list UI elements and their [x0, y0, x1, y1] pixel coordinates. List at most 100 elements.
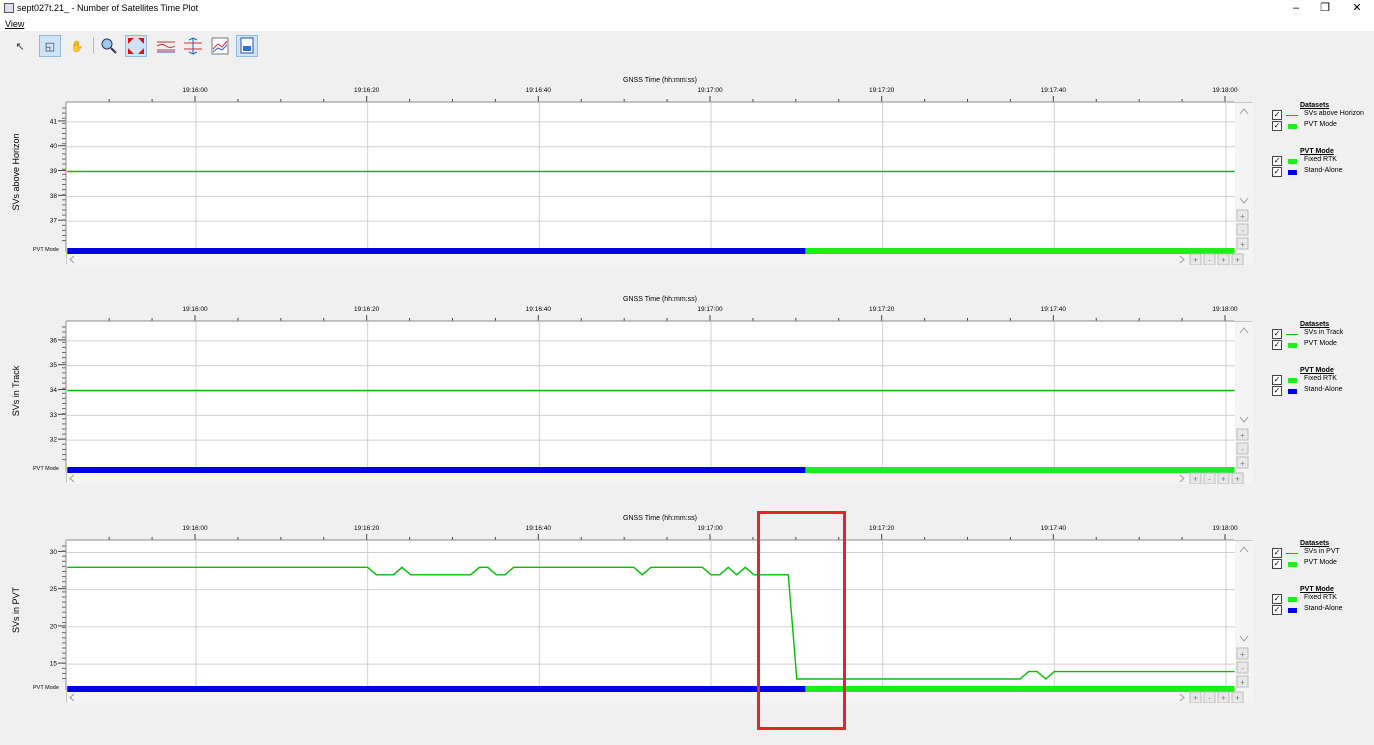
- y-tick-label: 37: [50, 218, 58, 225]
- pan-hand-icon[interactable]: ✋: [66, 35, 88, 57]
- zoom-button-glyph: +: [1240, 431, 1245, 440]
- magnify-icon[interactable]: [98, 35, 120, 57]
- mode-swatch: [1288, 159, 1297, 164]
- mode-checkbox[interactable]: ✓: [1272, 167, 1282, 177]
- dataset-checkbox[interactable]: ✓: [1272, 548, 1282, 558]
- zoom-button-glyph: +: [1235, 256, 1240, 265]
- time-tick-label: 19:17:20: [869, 87, 895, 94]
- panel-svs-in-pvt: GNSS Time (hh:mm:ss) 19:16:00 19:16:20 19:1…: [0, 515, 1374, 725]
- zoom-button-glyph: +: [1240, 212, 1245, 221]
- time-tick-label: 19:16:40: [526, 306, 552, 313]
- zoom-button-glyph: +: [1193, 694, 1198, 703]
- window-title: sept027t.21_ - Number of Satellites Time…: [17, 3, 199, 13]
- pvt-mode-segment: [67, 467, 806, 473]
- time-axis: 19:16:00 19:16:20 19:16:40 19:17:00 19:17:20…: [66, 525, 1238, 540]
- export-icon[interactable]: [236, 35, 258, 57]
- time-tick-label: 19:16:00: [182, 87, 208, 94]
- dataset-checkbox[interactable]: ✓: [1272, 329, 1282, 339]
- zoom-button-glyph: +: [1193, 475, 1198, 484]
- y-tick-label: 35: [50, 362, 58, 369]
- pvt-mode-segment: [805, 248, 1235, 254]
- line-swatch: [1286, 334, 1298, 335]
- plot-svg: +-++ - + +: [67, 103, 1253, 265]
- time-tick-label: 19:18:00: [1212, 87, 1238, 94]
- restore-button[interactable]: ❐: [1310, 1, 1340, 15]
- legend-dataset-label: PVT Mode: [1304, 340, 1337, 347]
- legend-mode-row: ✓ Fixed RTK: [1272, 594, 1372, 604]
- legend-mode-row: ✓ Stand-Alone: [1272, 605, 1372, 615]
- dataset-checkbox[interactable]: ✓: [1272, 121, 1282, 131]
- time-tick-label: 19:17:20: [869, 525, 895, 532]
- panel-svs-in-track: GNSS Time (hh:mm:ss) 19:16:00 19:16:20 19:1…: [0, 296, 1374, 506]
- y-tick-label: 15: [50, 661, 58, 668]
- zoom-extent-icon[interactable]: [125, 35, 147, 57]
- menu-view[interactable]: View: [5, 19, 24, 29]
- y-tick-label: 36: [50, 337, 58, 344]
- dataset-checkbox[interactable]: ✓: [1272, 559, 1282, 569]
- bar-swatch: [1288, 124, 1297, 129]
- stacked-chart-icon[interactable]: [209, 35, 231, 57]
- pvt-mode-segment: [67, 248, 806, 254]
- zoom-button-glyph: +: [1193, 256, 1198, 265]
- y-axis-title-text: SVs in Track: [11, 365, 21, 417]
- horizontal-scrollbar[interactable]: [67, 692, 1235, 703]
- time-tick-label: 19:17:20: [869, 306, 895, 313]
- legend: Datasets ✓ SVs in Track ✓ PVT Mode PVT Mode ✓ F…: [1272, 321, 1372, 401]
- zoom-box-icon[interactable]: ◱: [39, 35, 61, 57]
- time-axis: 19:16:00 19:16:20 19:16:40 19:17:00 19:17:20…: [66, 87, 1238, 102]
- multi-series-icon[interactable]: [155, 35, 177, 57]
- y-tick-label: 32: [50, 437, 58, 444]
- zoom-button-glyph: +: [1235, 694, 1240, 703]
- legend-dataset-row: ✓ SVs in Track: [1272, 329, 1372, 339]
- horizontal-scrollbar[interactable]: [67, 473, 1235, 484]
- zoom-button-glyph: -: [1208, 256, 1211, 265]
- plot-area[interactable]: + - + + - + +: [66, 321, 1253, 484]
- pvt-mode-axis-label: PVT Mode: [33, 685, 59, 691]
- legend-pvt-title: PVT Mode: [1300, 148, 1334, 155]
- legend-dataset-row: ✓ PVT Mode: [1272, 340, 1372, 350]
- zoom-button-glyph: -: [1208, 475, 1211, 484]
- legend-mode-label: Fixed RTK: [1304, 375, 1337, 382]
- legend-dataset-label: PVT Mode: [1304, 121, 1337, 128]
- legend-dataset-label: SVs in Track: [1304, 329, 1344, 336]
- zoom-button-glyph: +: [1221, 256, 1226, 265]
- pointer-icon[interactable]: ↖: [9, 35, 31, 57]
- legend: Datasets ✓ SVs in PVT ✓ PVT Mode PVT Mode ✓ Fix…: [1272, 540, 1372, 620]
- plot-area[interactable]: + - + + - + +: [66, 102, 1253, 265]
- y-tick-label: 30: [50, 549, 58, 556]
- time-tick-label: 19:17:00: [697, 306, 723, 313]
- mode-swatch: [1288, 608, 1297, 613]
- time-tick-label: 19:18:00: [1212, 525, 1238, 532]
- legend-dataset-row: ✓ SVs above Horizon: [1272, 110, 1372, 120]
- bar-swatch: [1288, 343, 1297, 348]
- legend-dataset-row: ✓ PVT Mode: [1272, 121, 1372, 131]
- mode-checkbox[interactable]: ✓: [1272, 375, 1282, 385]
- vertical-range-icon[interactable]: [182, 35, 204, 57]
- title-bar: sept027t.21_ - Number of Satellites Time…: [0, 0, 1374, 17]
- plot-area[interactable]: + - + + - + +: [66, 540, 1253, 703]
- mode-swatch: [1288, 170, 1297, 175]
- time-tick-label: 19:16:40: [526, 87, 552, 94]
- zoom-button-glyph: -: [1208, 694, 1211, 703]
- zoom-button-glyph: +: [1240, 650, 1245, 659]
- pvt-mode-axis-label: PVT Mode: [33, 466, 59, 472]
- y-axis-title-text: SVs above Horizon: [11, 133, 21, 211]
- dataset-checkbox[interactable]: ✓: [1272, 110, 1282, 120]
- zoom-button-glyph: +: [1235, 475, 1240, 484]
- toolbar-separator: [93, 37, 94, 53]
- time-tick-label: 19:17:00: [697, 525, 723, 532]
- dataset-checkbox[interactable]: ✓: [1272, 340, 1282, 350]
- mode-checkbox[interactable]: ✓: [1272, 386, 1282, 396]
- toolbar: ↖ ◱ ✋: [0, 31, 1374, 59]
- legend-datasets-title: Datasets: [1300, 540, 1330, 547]
- legend-datasets-title: Datasets: [1300, 102, 1330, 109]
- y-tick-label: 25: [50, 586, 58, 593]
- horizontal-scrollbar[interactable]: [67, 254, 1235, 265]
- close-button[interactable]: ✕: [1342, 1, 1372, 15]
- mode-checkbox[interactable]: ✓: [1272, 594, 1282, 604]
- minimize-button[interactable]: –: [1281, 1, 1311, 15]
- legend-dataset-label: SVs above Horizon: [1304, 110, 1364, 117]
- mode-checkbox[interactable]: ✓: [1272, 156, 1282, 166]
- legend-dataset-label: SVs in PVT: [1304, 548, 1340, 555]
- mode-checkbox[interactable]: ✓: [1272, 605, 1282, 615]
